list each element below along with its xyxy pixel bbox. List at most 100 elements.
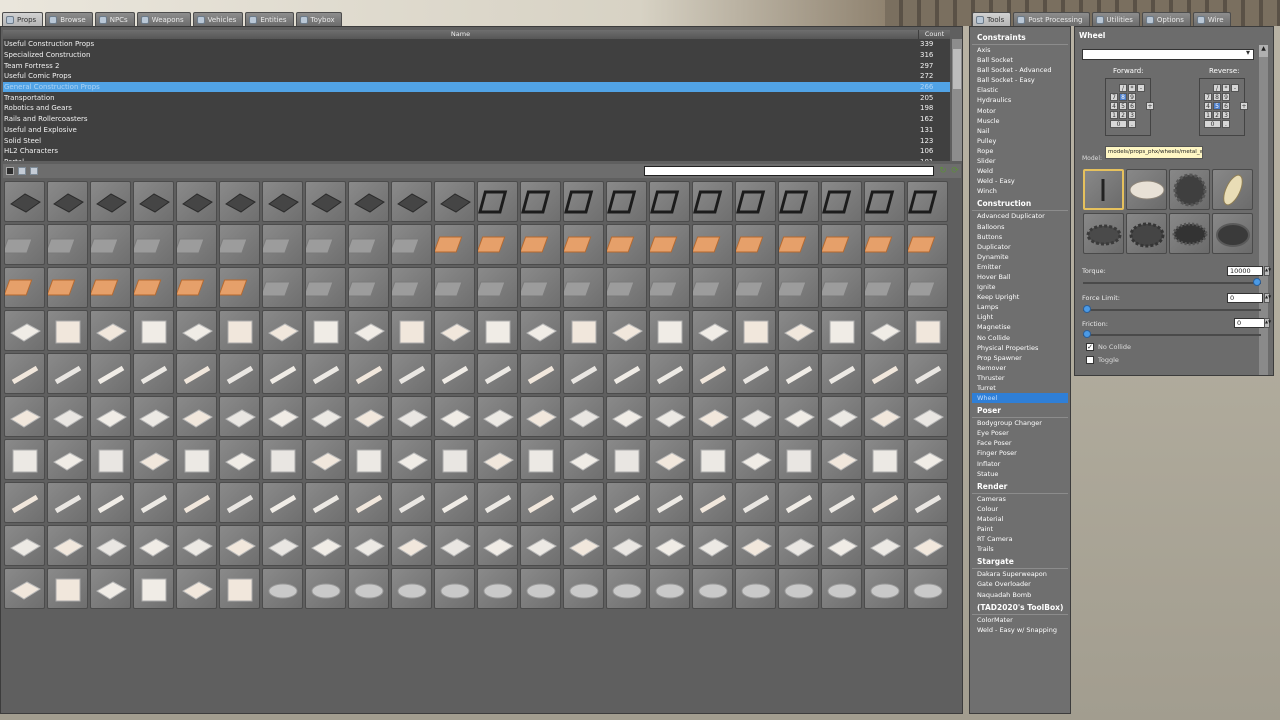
wheel-model-thumbnail[interactable] <box>1126 213 1167 254</box>
table-row[interactable]: Robotics and Gears 198 <box>3 103 950 114</box>
tool-item[interactable]: Hydraulics <box>972 95 1068 105</box>
prop-spawn-icon[interactable] <box>520 267 561 308</box>
prop-spawn-icon[interactable] <box>649 353 690 394</box>
prop-spawn-icon[interactable] <box>692 353 733 394</box>
prop-spawn-icon[interactable] <box>434 439 475 480</box>
prop-spawn-icon[interactable] <box>133 525 174 566</box>
prop-spawn-icon[interactable] <box>778 353 819 394</box>
tool-item[interactable]: Trails <box>972 544 1068 554</box>
prop-spawn-icon[interactable] <box>563 482 604 523</box>
force-limit-slider-knob[interactable] <box>1083 305 1091 313</box>
tool-category-header[interactable]: Construction <box>972 196 1068 212</box>
contextmenu-tab-tools[interactable]: Tools <box>972 12 1012 26</box>
prop-spawn-icon[interactable] <box>391 353 432 394</box>
prop-spawn-icon[interactable] <box>821 439 862 480</box>
torque-spinner[interactable]: ▲▼ <box>1264 266 1271 276</box>
tool-item[interactable]: Physical Properties <box>972 343 1068 353</box>
tool-item[interactable]: Axis <box>972 45 1068 55</box>
reverse-keypad-key[interactable]: 0 <box>1204 120 1221 128</box>
tool-item[interactable]: Face Poser <box>972 438 1068 448</box>
prop-spawn-icon[interactable] <box>692 439 733 480</box>
prop-spawn-icon[interactable] <box>864 181 905 222</box>
spawnmenu-tab-npcs[interactable]: NPCs <box>94 12 135 26</box>
prop-spawn-icon[interactable] <box>563 439 604 480</box>
forward-keypad-key[interactable]: - <box>1137 84 1145 92</box>
tool-item[interactable]: Lamps <box>972 302 1068 312</box>
prop-spawn-icon[interactable] <box>434 224 475 265</box>
forward-keypad-key[interactable]: 5 <box>1119 102 1127 110</box>
reverse-keypad-key[interactable]: 8 <box>1213 93 1221 101</box>
nocollide-row[interactable]: ✓ No Collide <box>1086 343 1131 351</box>
forward-keypad-key[interactable]: 7 <box>1110 93 1118 101</box>
prop-spawn-icon[interactable] <box>520 310 561 351</box>
prop-spawn-icon[interactable] <box>348 267 389 308</box>
table-row[interactable]: Team Fortress 2 297 <box>3 60 950 71</box>
tool-item[interactable]: Ball Socket <box>972 55 1068 65</box>
prop-spawn-icon[interactable] <box>477 224 518 265</box>
prop-spawn-icon[interactable] <box>477 267 518 308</box>
reverse-keypad-key[interactable]: 3 <box>1222 111 1230 119</box>
reverse-keypad-key[interactable]: + <box>1240 102 1248 110</box>
forward-keypad-key[interactable]: 3 <box>1128 111 1136 119</box>
prop-spawn-icon[interactable] <box>434 267 475 308</box>
prop-spawn-icon[interactable] <box>907 482 948 523</box>
prop-spawn-icon[interactable] <box>864 568 905 609</box>
prop-spawn-icon[interactable] <box>176 525 217 566</box>
prop-spawn-icon[interactable] <box>219 267 260 308</box>
prop-spawn-icon[interactable] <box>47 310 88 351</box>
reverse-keypad-key[interactable]: 4 <box>1204 102 1212 110</box>
forward-keypad-key[interactable]: 0 <box>1110 120 1127 128</box>
prop-spawn-icon[interactable] <box>133 310 174 351</box>
prop-spawn-icon[interactable] <box>606 396 647 437</box>
scrollbar-thumb[interactable] <box>953 49 961 89</box>
prop-spawn-icon[interactable] <box>47 439 88 480</box>
prop-spawn-icon[interactable] <box>692 525 733 566</box>
prop-spawn-icon[interactable] <box>907 396 948 437</box>
prop-spawn-icon[interactable] <box>176 310 217 351</box>
prop-spawn-icon[interactable] <box>864 525 905 566</box>
prop-spawn-icon[interactable] <box>520 396 561 437</box>
scroll-up-icon[interactable]: ▲ <box>1259 45 1268 57</box>
prop-spawn-icon[interactable] <box>133 482 174 523</box>
save-icon[interactable] <box>6 167 14 175</box>
reverse-keypad-key[interactable]: / <box>1213 84 1221 92</box>
prop-spawn-icon[interactable] <box>4 310 45 351</box>
prop-spawn-icon[interactable] <box>477 181 518 222</box>
refresh-icon[interactable]: ↻ <box>938 166 948 176</box>
prop-spawn-icon[interactable] <box>133 439 174 480</box>
prop-spawn-icon[interactable] <box>305 482 346 523</box>
prop-spawn-icon[interactable] <box>735 181 776 222</box>
wheel-model-thumbnail[interactable] <box>1212 213 1253 254</box>
prop-spawn-icon[interactable] <box>90 439 131 480</box>
prop-spawn-icon[interactable] <box>47 568 88 609</box>
prop-spawn-icon[interactable] <box>477 525 518 566</box>
table-row[interactable]: Portal101 <box>3 157 950 161</box>
prop-spawn-icon[interactable] <box>649 181 690 222</box>
wheel-model-thumbnail[interactable] <box>1083 213 1124 254</box>
prop-spawn-icon[interactable] <box>262 267 303 308</box>
prop-spawn-icon[interactable] <box>4 267 45 308</box>
prop-spawn-icon[interactable] <box>391 267 432 308</box>
prop-spawn-icon[interactable] <box>692 310 733 351</box>
prop-spawn-icon[interactable] <box>649 396 690 437</box>
prop-spawn-icon[interactable] <box>348 439 389 480</box>
prop-spawn-icon[interactable] <box>47 224 88 265</box>
tool-item[interactable]: Hover Ball <box>972 272 1068 282</box>
tool-item[interactable]: Gate Overloader <box>972 579 1068 589</box>
prop-spawn-icon[interactable] <box>778 439 819 480</box>
prop-spawn-icon[interactable] <box>692 568 733 609</box>
new-icon[interactable] <box>18 167 26 175</box>
prop-spawn-icon[interactable] <box>133 353 174 394</box>
prop-spawn-icon[interactable] <box>176 224 217 265</box>
prop-spawn-icon[interactable] <box>692 396 733 437</box>
prop-spawn-icon[interactable] <box>434 525 475 566</box>
tool-item[interactable]: Motor <box>972 106 1068 116</box>
prop-spawn-icon[interactable] <box>305 525 346 566</box>
prop-spawn-icon[interactable] <box>262 482 303 523</box>
friction-slider-knob[interactable] <box>1083 330 1091 338</box>
prop-spawn-icon[interactable] <box>606 267 647 308</box>
prop-spawn-icon[interactable] <box>864 267 905 308</box>
toggle-row[interactable]: Toggle <box>1086 356 1119 364</box>
spawnmenu-tab-vehicles[interactable]: Vehicles <box>192 12 244 26</box>
prop-spawn-icon[interactable] <box>176 353 217 394</box>
